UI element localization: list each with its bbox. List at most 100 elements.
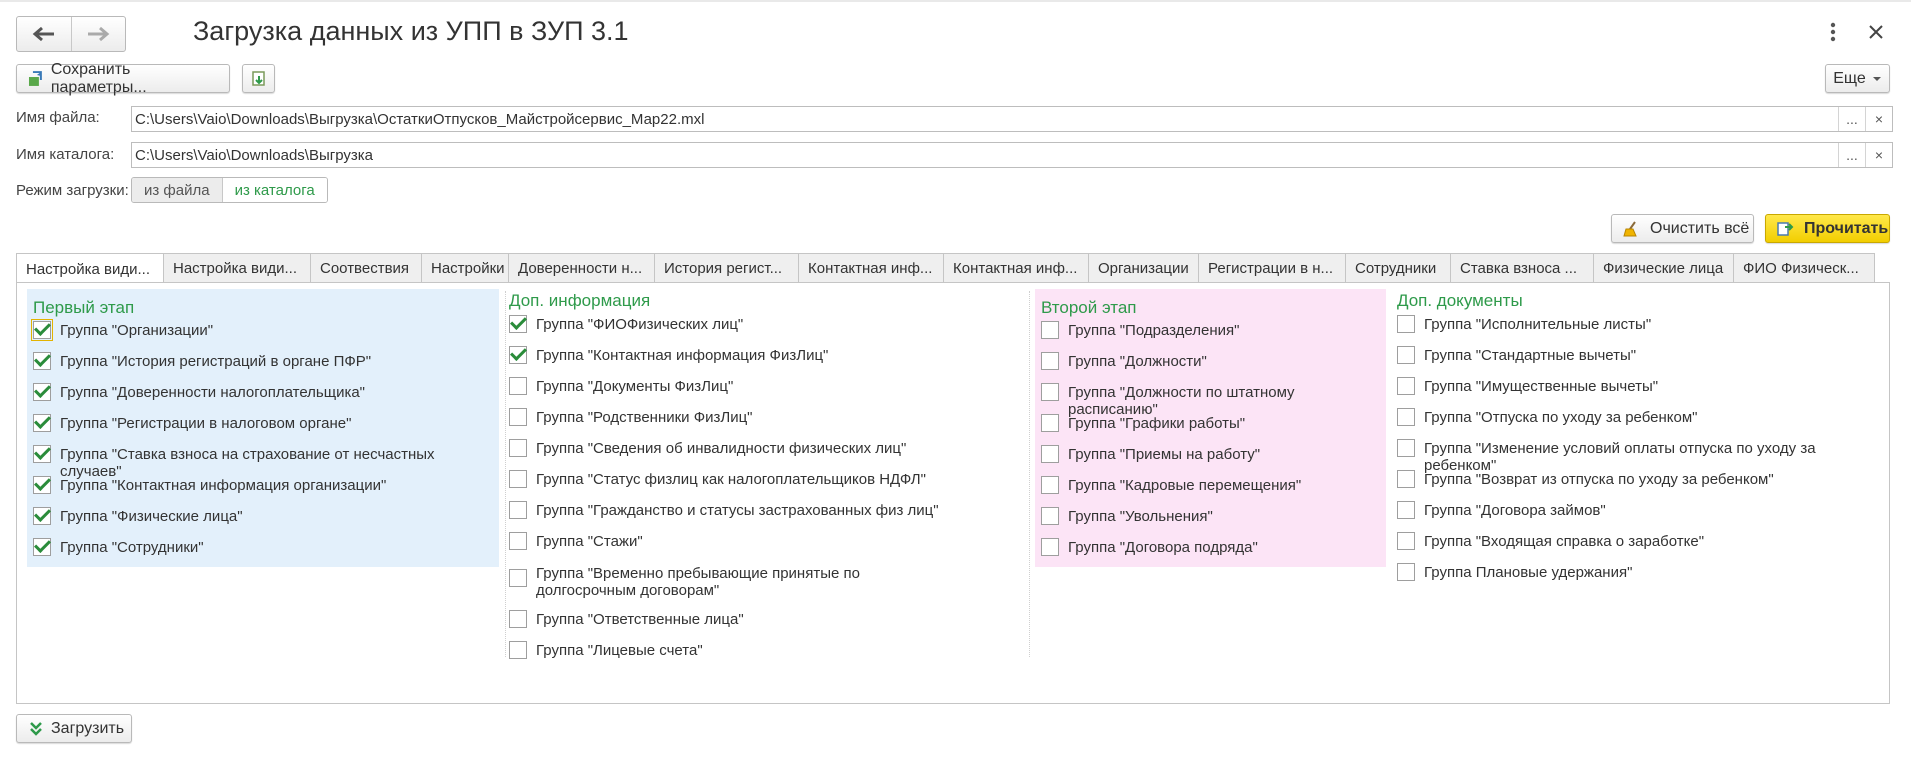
checkbox-box[interactable] (509, 501, 527, 519)
mode-from-file-option[interactable]: из файла (132, 178, 223, 202)
checkbox-box[interactable] (33, 445, 51, 463)
checkbox-box[interactable] (509, 377, 527, 395)
checkbox-accident-rate[interactable]: Группа "Ставка взноса на страхование от … (33, 445, 499, 480)
checkbox-box[interactable] (1041, 414, 1059, 432)
checkbox-standard-deductions[interactable]: Группа "Стандартные вычеты" (1397, 346, 1636, 364)
checkbox-box[interactable] (1397, 563, 1415, 581)
directory-clear-button[interactable]: × (1865, 143, 1892, 167)
checkbox-box[interactable] (1041, 507, 1059, 525)
tab-individuals[interactable]: Физические лица (1593, 253, 1734, 283)
checkbox-departments[interactable]: Группа "Подразделения" (1041, 321, 1239, 339)
checkbox-box[interactable] (509, 532, 527, 550)
more-button[interactable]: Еще (1825, 64, 1890, 93)
checkbox-ndfl-status[interactable]: Группа "Статус физлиц как налогоплательщ… (509, 470, 926, 488)
checkbox-relatives[interactable]: Группа "Родственники ФизЛиц" (509, 408, 753, 426)
file-select-button[interactable]: ... (1838, 107, 1865, 131)
checkbox-tax-registrations[interactable]: Группа "Регистрации в налоговом органе" (33, 414, 351, 432)
close-icon[interactable] (1866, 22, 1886, 42)
back-button[interactable] (17, 17, 72, 51)
checkbox-box[interactable] (509, 315, 527, 333)
checkbox-box[interactable] (509, 569, 527, 587)
checkbox-individuals[interactable]: Группа "Физические лица" (33, 507, 243, 525)
checkbox-positions[interactable]: Группа "Должности" (1041, 352, 1207, 370)
checkbox-property-deductions[interactable]: Группа "Имущественные вычеты" (1397, 377, 1658, 395)
checkbox-planned-deductions[interactable]: Группа Плановые удержания" (1397, 563, 1632, 581)
tab-organizations[interactable]: Организации (1088, 253, 1199, 283)
tab-settings[interactable]: Настройки (421, 253, 509, 283)
checkbox-individual-contact-info[interactable]: Группа "Контактная информация ФизЛиц" (509, 346, 828, 364)
checkbox-income-statement[interactable]: Группа "Входящая справка о заработке" (1397, 532, 1704, 550)
checkbox-box[interactable] (1397, 346, 1415, 364)
checkbox-box[interactable] (509, 641, 527, 659)
checkbox-box[interactable] (1397, 315, 1415, 333)
tab-mappings[interactable]: Соотвествия (310, 253, 422, 283)
checkbox-parental-leave-return[interactable]: Группа "Возврат из отпуска по уходу за р… (1397, 470, 1774, 488)
load-parameters-button[interactable] (242, 64, 275, 93)
checkbox-box[interactable] (1397, 470, 1415, 488)
checkbox-box[interactable] (1397, 501, 1415, 519)
checkbox-box[interactable] (509, 346, 527, 364)
checkbox-dismissals[interactable]: Группа "Увольнения" (1041, 507, 1213, 525)
checkbox-box[interactable] (33, 476, 51, 494)
checkbox-box[interactable] (31, 319, 53, 341)
save-parameters-button[interactable]: Сохранить параметры... (16, 61, 230, 96)
tab-settings-types-1[interactable]: Настройка види... (16, 253, 164, 284)
checkbox-taxpayer-poa[interactable]: Группа "Доверенности налогоплательщика" (33, 383, 365, 401)
tab-settings-types-2[interactable]: Настройка види... (163, 253, 311, 283)
checkbox-contracts[interactable]: Группа "Договора подряда" (1041, 538, 1258, 556)
mode-from-directory-option[interactable]: из каталога (222, 178, 327, 202)
checkbox-box[interactable] (1397, 532, 1415, 550)
checkbox-box[interactable] (1041, 445, 1059, 463)
checkbox-box[interactable] (1041, 383, 1059, 401)
checkbox-org-contact-info[interactable]: Группа "Контактная информация организаци… (33, 476, 386, 494)
checkbox-organizations[interactable]: Группа "Организации" (31, 319, 213, 341)
checkbox-box[interactable] (33, 383, 51, 401)
more-actions-icon[interactable] (1826, 20, 1840, 44)
checkbox-individual-names[interactable]: Группа "ФИОФизических лиц" (509, 315, 743, 333)
tab-contact-info-2[interactable]: Контактная инф... (943, 253, 1089, 283)
checkbox-box[interactable] (1397, 408, 1415, 426)
checkbox-box[interactable] (33, 538, 51, 556)
file-clear-button[interactable]: × (1865, 107, 1892, 131)
checkbox-loan-agreements[interactable]: Группа "Договора займов" (1397, 501, 1606, 519)
checkbox-parental-leave[interactable]: Группа "Отпуска по уходу за ребенком" (1397, 408, 1698, 426)
checkbox-transfers[interactable]: Группа "Кадровые перемещения" (1041, 476, 1301, 494)
checkbox-individual-documents[interactable]: Группа "Документы ФизЛиц" (509, 377, 733, 395)
load-button[interactable]: Загрузить (16, 714, 132, 743)
tab-tax-registrations[interactable]: Регистрации в н... (1198, 253, 1346, 283)
checkbox-pfr-history[interactable]: Группа "История регистраций в органе ПФР… (33, 352, 371, 370)
checkbox-disability[interactable]: Группа "Сведения об инвалидности физичес… (509, 439, 906, 457)
checkbox-box[interactable] (509, 408, 527, 426)
checkbox-box[interactable] (1041, 352, 1059, 370)
directory-input[interactable]: C:\Users\Vaio\Downloads\Выгрузка (132, 147, 1838, 164)
checkbox-box[interactable] (509, 470, 527, 488)
checkbox-personal-accounts[interactable]: Группа "Лицевые счета" (509, 641, 703, 659)
checkbox-box[interactable] (1041, 538, 1059, 556)
checkbox-staff-positions[interactable]: Группа "Должности по штатному расписанию… (1041, 383, 1386, 418)
forward-button[interactable] (72, 17, 126, 51)
checkbox-box[interactable] (1397, 377, 1415, 395)
checkbox-box[interactable] (1041, 476, 1059, 494)
checkbox-citizenship[interactable]: Группа "Гражданство и статусы застрахова… (509, 501, 939, 519)
checkbox-temporary-residents[interactable]: Группа "Временно пребывающие принятые по… (509, 565, 939, 599)
checkbox-box[interactable] (1397, 439, 1415, 457)
checkbox-work-schedules[interactable]: Группа "Графики работы" (1041, 414, 1245, 432)
file-name-input[interactable]: C:\Users\Vaio\Downloads\Выгрузка\Остатки… (132, 111, 1838, 128)
checkbox-employees[interactable]: Группа "Сотрудники" (33, 538, 204, 556)
checkbox-box[interactable] (509, 439, 527, 457)
read-button[interactable]: Прочитать (1765, 214, 1890, 243)
checkbox-box[interactable] (1041, 321, 1059, 339)
tab-registration-history[interactable]: История регист... (654, 253, 799, 283)
clear-all-button[interactable]: Очистить всё (1611, 214, 1754, 243)
tab-individuals-names[interactable]: ФИО Физическ... (1733, 253, 1875, 283)
checkbox-box[interactable] (33, 414, 51, 432)
tab-contact-info-1[interactable]: Контактная инф... (798, 253, 944, 283)
tab-contribution-rate[interactable]: Ставка взноса ... (1450, 253, 1594, 283)
checkbox-hirings[interactable]: Группа "Приемы на работу" (1041, 445, 1260, 463)
checkbox-box[interactable] (33, 352, 51, 370)
directory-select-button[interactable]: ... (1838, 143, 1865, 167)
checkbox-box[interactable] (509, 610, 527, 628)
checkbox-seniority[interactable]: Группа "Стажи" (509, 532, 643, 550)
checkbox-box[interactable] (33, 507, 51, 525)
tab-powers-of-attorney[interactable]: Доверенности н... (508, 253, 655, 283)
